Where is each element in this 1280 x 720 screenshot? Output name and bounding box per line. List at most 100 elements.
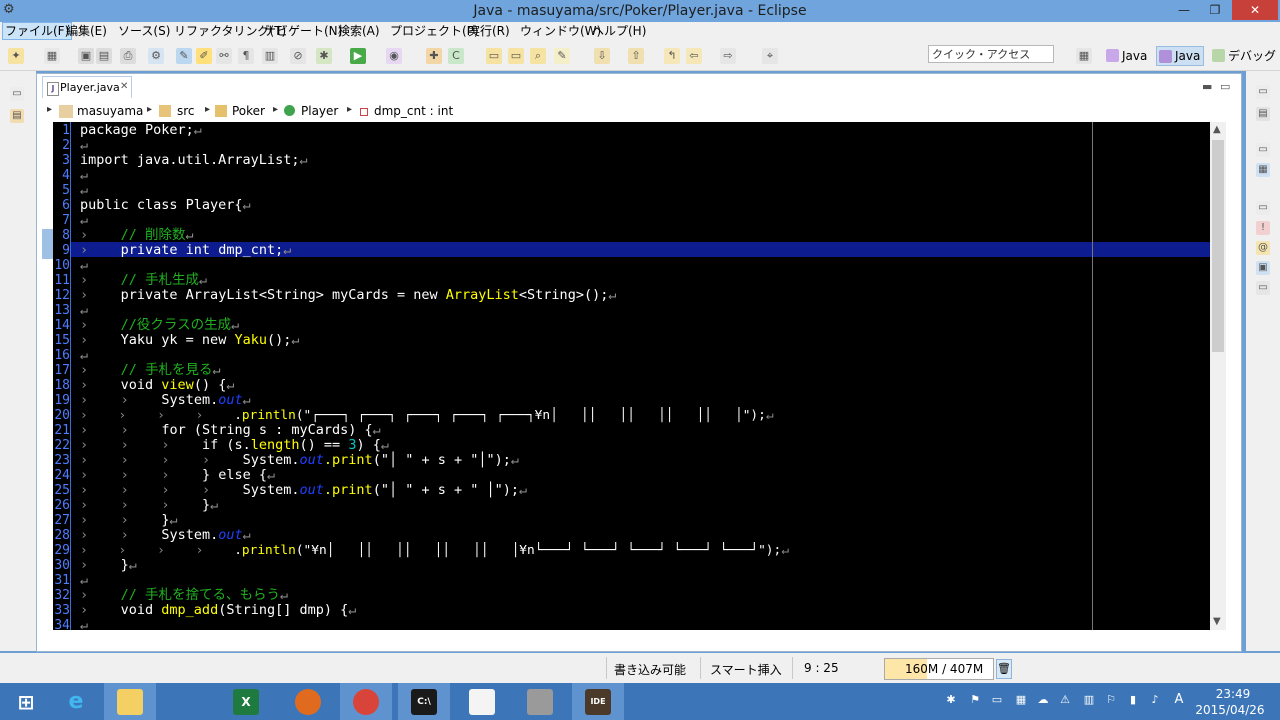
code-line: › private ArrayList<String> myCards = ne… <box>80 287 617 303</box>
new-class-icon[interactable]: ✚ <box>426 48 442 64</box>
debug-icon[interactable]: ✱ <box>316 48 332 64</box>
new-package-icon[interactable]: ▦ <box>44 48 60 64</box>
package-explorer-icon[interactable]: ▤ <box>10 109 24 123</box>
line-number: 10 <box>54 258 70 273</box>
breadcrumb-class[interactable]: Player <box>301 104 338 118</box>
settings-icon[interactable]: ⚙ <box>148 48 164 64</box>
open-task-icon[interactable]: ▭ <box>508 48 524 64</box>
taskbar-paint[interactable] <box>456 683 508 720</box>
menu-run[interactable]: 実行(R) <box>466 22 512 40</box>
outline-icon[interactable]: ▦ <box>1256 163 1270 177</box>
close-button[interactable]: ✕ <box>1232 0 1278 20</box>
open-type-icon[interactable]: ▭ <box>486 48 502 64</box>
tray-cloud-icon[interactable]: ☁ <box>1036 693 1050 707</box>
tab-player-java[interactable]: J Player.java ✕ <box>42 76 132 98</box>
tray-flag-icon[interactable]: ⚑ <box>968 693 982 707</box>
menu-navigate[interactable]: ナビゲート(N) <box>262 22 344 40</box>
clock-date[interactable]: 2015/04/26 <box>1195 703 1265 717</box>
tray-keyboard-icon[interactable]: ▦ <box>1014 693 1028 707</box>
taskbar-internet-explorer[interactable]: e <box>50 683 102 720</box>
back-icon[interactable]: ⇦ <box>686 48 702 64</box>
tray-battery-icon[interactable]: ▮ <box>1126 693 1140 707</box>
open-perspective-icon[interactable]: ▦ <box>1076 48 1092 64</box>
javadoc-icon[interactable]: @ <box>1256 241 1270 255</box>
link-icon[interactable]: ⚯ <box>216 48 232 64</box>
line-number: 14 <box>54 318 70 333</box>
line-number: 17 <box>54 363 70 378</box>
tray-display-icon[interactable]: ▭ <box>990 693 1004 707</box>
taskbar-firefox[interactable] <box>282 683 334 720</box>
ime-indicator[interactable]: A <box>1172 693 1186 707</box>
run-external-icon[interactable]: ◉ <box>386 48 402 64</box>
breadcrumb-arrow: ▸ <box>47 104 53 115</box>
menu-search[interactable]: 検索(A) <box>336 22 382 40</box>
maximize-editor-icon[interactable]: ▭ <box>1220 80 1230 93</box>
java-file-icon: J <box>47 82 59 96</box>
menu-help[interactable]: ヘルプ(H) <box>590 22 648 40</box>
highlight-icon[interactable]: ✐ <box>196 48 212 64</box>
new-java-class-icon[interactable]: C <box>448 48 464 64</box>
menu-file[interactable]: ファイル(F) <box>2 22 73 40</box>
breadcrumb-field[interactable]: dmp_cnt : int <box>374 104 453 118</box>
scroll-up-icon[interactable]: ▲ <box>1213 124 1221 135</box>
save-icon[interactable]: ▣ <box>78 48 94 64</box>
perspective-java[interactable]: Java <box>1104 46 1150 66</box>
trash-icon[interactable]: 🗑 <box>996 659 1012 679</box>
perspective-debug[interactable]: デバッグ <box>1210 46 1279 66</box>
vertical-scroll-thumb[interactable] <box>1212 140 1224 352</box>
console-icon[interactable]: ▭ <box>1256 281 1270 295</box>
tray-volume-icon[interactable]: ♪ <box>1148 693 1162 707</box>
save-all-icon[interactable]: ▤ <box>96 48 112 64</box>
skip-breakpoints-icon[interactable]: ⊘ <box>290 48 306 64</box>
restore-icon[interactable]: ▭ <box>1256 143 1270 157</box>
taskbar-excel[interactable]: X <box>220 683 272 720</box>
taskbar-file-explorer[interactable] <box>104 683 156 720</box>
tray-app-icon[interactable]: ✱ <box>944 693 958 707</box>
taskbar-eclipse[interactable]: IDE <box>572 683 624 720</box>
taskbar-app[interactable] <box>514 683 566 720</box>
clock-time[interactable]: 23:49 <box>1213 687 1253 701</box>
line-number: 1 <box>62 123 70 138</box>
new-icon[interactable]: ✦ <box>8 48 24 64</box>
start-button[interactable]: ⊞ <box>0 683 52 720</box>
perspective-java-active[interactable]: Java <box>1156 46 1205 66</box>
problems-icon[interactable]: ! <box>1256 221 1270 235</box>
next-annotation-icon[interactable]: ⇩ <box>594 48 610 64</box>
tray-action-center-icon[interactable]: ⚐ <box>1104 693 1118 707</box>
maximize-button[interactable]: ❐ <box>1198 0 1232 20</box>
restore-icon[interactable]: ▭ <box>10 87 24 101</box>
prev-annotation-icon[interactable]: ⇧ <box>628 48 644 64</box>
print-icon[interactable]: ⎙ <box>120 48 136 64</box>
code-line: › // 手札を見る↵ <box>80 362 221 378</box>
menu-source[interactable]: ソース(S) <box>116 22 172 40</box>
forward-icon[interactable]: ⇨ <box>720 48 736 64</box>
menu-edit[interactable]: 編集(E) <box>64 22 109 40</box>
restore-icon[interactable]: ▭ <box>1256 201 1270 215</box>
restore-icon[interactable]: ▭ <box>1256 85 1270 99</box>
tray-notification-icon[interactable]: ⚠ <box>1058 693 1072 707</box>
declaration-icon[interactable]: ▣ <box>1256 261 1270 275</box>
last-edit-icon[interactable]: ↰ <box>664 48 680 64</box>
editor-gutter[interactable] <box>37 122 53 630</box>
toggle-mark-occurrences-icon[interactable]: ✎ <box>176 48 192 64</box>
taskbar-chrome[interactable] <box>340 683 392 720</box>
search-icon[interactable]: ⌕ <box>530 48 546 64</box>
minimize-button[interactable]: — <box>1170 0 1198 20</box>
show-whitespace-icon[interactable]: ¶ <box>238 48 254 64</box>
breadcrumb-package[interactable]: Poker <box>232 104 265 118</box>
minimize-editor-icon[interactable]: ▬ <box>1202 80 1212 93</box>
task-list-icon[interactable]: ▤ <box>1256 107 1270 121</box>
annotation-icon[interactable]: ✎ <box>554 48 570 64</box>
internet-explorer-icon: e <box>68 689 84 714</box>
breadcrumb-src[interactable]: src <box>177 104 195 118</box>
run-icon[interactable]: ▶ <box>350 48 366 64</box>
taskbar-command-prompt[interactable]: C:\ <box>398 683 450 720</box>
scroll-down-icon[interactable]: ▼ <box>1213 616 1221 627</box>
pin-editor-icon[interactable]: ⌖ <box>762 48 778 64</box>
block-select-icon[interactable]: ▥ <box>262 48 278 64</box>
horizontal-scrollbar[interactable] <box>71 630 1210 648</box>
quick-access-input[interactable]: クイック・アクセス <box>928 45 1054 63</box>
tray-network-icon[interactable]: ▥ <box>1082 693 1096 707</box>
breadcrumb-project[interactable]: masuyama <box>77 104 143 118</box>
tab-close-icon[interactable]: ✕ <box>120 81 128 92</box>
